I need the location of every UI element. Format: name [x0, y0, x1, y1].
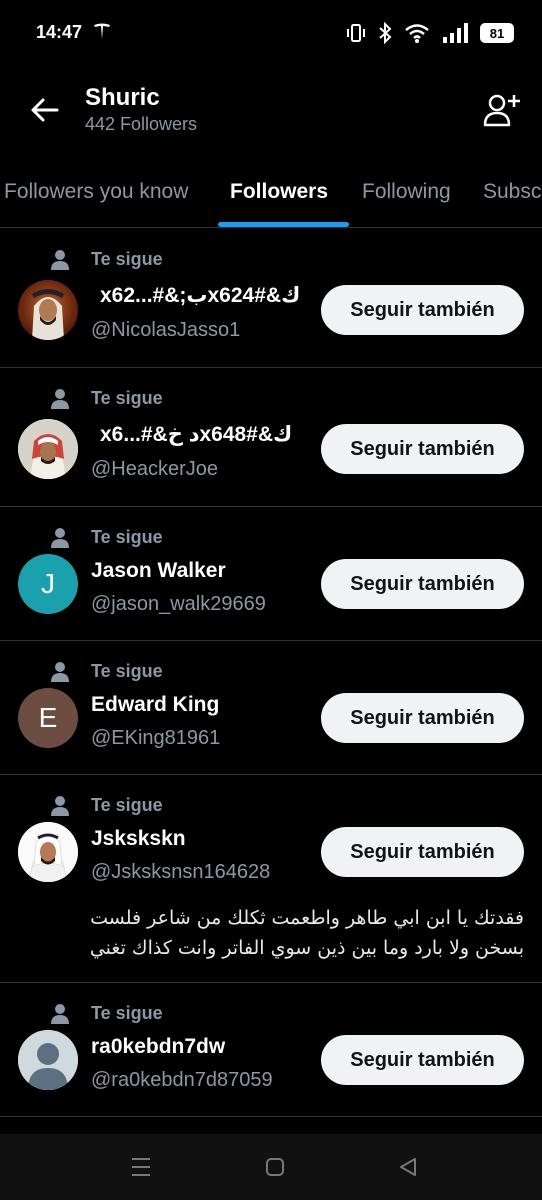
add-user-button[interactable] [480, 88, 524, 132]
bluetooth-icon [379, 22, 392, 44]
avatar[interactable] [18, 280, 78, 340]
back-icon[interactable] [398, 1156, 418, 1178]
follows-you-label: Te sigue [91, 661, 163, 681]
follower-handle: @HeackerJoe [91, 458, 219, 480]
tab-followers[interactable]: Followers [230, 180, 328, 204]
follows-you-label: Te sigue [91, 388, 163, 408]
follower-name: Jason Walker [91, 559, 226, 582]
home-icon[interactable] [265, 1156, 285, 1178]
follow-back-button[interactable]: Seguir también [321, 1035, 524, 1085]
follow-back-button[interactable]: Seguir también [321, 559, 524, 609]
avatar-initial: E [38, 702, 58, 733]
follow-back-button[interactable]: Seguir también [321, 693, 524, 743]
follower-handle: @NicolasJasso1 [91, 319, 241, 341]
list-item[interactable]: Te sigue Jskskskn @Jsksksnsn164628 Segui… [0, 775, 542, 983]
status-time: 14:47 [36, 22, 83, 42]
default-avatar-icon [18, 1030, 78, 1090]
follow-back-button[interactable]: Seguir también [321, 827, 524, 877]
avatar[interactable]: E [18, 688, 78, 748]
avatar-photo [18, 822, 78, 882]
wifi-icon [405, 24, 429, 43]
follower-handle: @jason_walk29669 [91, 593, 266, 615]
avatar[interactable]: J [18, 554, 78, 614]
bio-line: فقدتك يا ابن ابي طاهر واطعمت ثكلك من شاع… [90, 907, 524, 929]
tab-bar: Followers you know Followers Following S… [0, 160, 542, 228]
list-item[interactable]: Te sigue x62...#&;بx624#&ك @NicolasJasso… [0, 229, 542, 368]
tesla-icon [94, 23, 110, 39]
vibrate-icon [347, 24, 365, 42]
back-arrow-icon [31, 98, 59, 122]
battery-icon: 81 [480, 23, 514, 43]
system-nav-bar [0, 1134, 542, 1200]
follows-you-label: Te sigue [91, 1003, 163, 1023]
status-bar: 14:47 81 [0, 0, 542, 66]
avatar[interactable] [18, 1030, 78, 1090]
bio-line: بسخن ولا بارد وما بين ذين سوي الفاتر وان… [89, 937, 524, 959]
profile-header: Shuric 442 Followers [0, 70, 542, 156]
recents-icon[interactable] [131, 1156, 151, 1178]
avatar-photo [18, 280, 78, 340]
tab-subscriptions[interactable]: Subsc [483, 180, 541, 204]
follower-bio: فقدتك يا ابن ابي طاهر واطعمت ثكلك من شاع… [84, 903, 524, 963]
battery-level: 81 [489, 25, 505, 41]
tab-followers-you-know[interactable]: Followers you know [4, 180, 188, 204]
follows-you-label: Te sigue [91, 795, 163, 815]
follower-name: x6...#&د خx648#&ك [100, 423, 293, 446]
list-item[interactable]: Te sigue J Jason Walker @jason_walk29669… [0, 507, 542, 641]
follower-name: ra0kebdn7dw [91, 1035, 226, 1058]
avatar[interactable] [18, 419, 78, 479]
follower-name: Edward King [91, 693, 220, 716]
person-icon [51, 1004, 69, 1024]
avatar-photo [18, 419, 78, 479]
follower-handle: @Jsksksnsn164628 [91, 861, 271, 883]
avatar-initial: J [41, 568, 55, 599]
follows-you-label: Te sigue [91, 527, 163, 547]
follower-handle: @ra0kebdn7d87059 [91, 1069, 273, 1091]
followers-count: 442 Followers [85, 114, 198, 134]
add-user-icon [483, 94, 520, 127]
follower-name: Jskskskn [91, 827, 186, 850]
person-icon [51, 250, 69, 270]
follow-back-button[interactable]: Seguir también [321, 424, 524, 474]
avatar[interactable] [18, 822, 78, 882]
list-item[interactable]: Te sigue E Edward King @EKing81961 Segui… [0, 641, 542, 775]
follows-you-label: Te sigue [91, 249, 163, 269]
person-icon [51, 796, 69, 816]
back-button[interactable] [24, 90, 64, 130]
follower-name: x62...#&;بx624#&ك [100, 284, 301, 307]
person-icon [51, 389, 69, 409]
active-tab-indicator [218, 222, 349, 227]
follow-back-button[interactable]: Seguir también [321, 285, 524, 335]
list-item[interactable]: Te sigue ra0kebdn7dw @ra0kebdn7d87059 Se… [0, 983, 542, 1117]
followers-list: Te sigue x62...#&;بx624#&ك @NicolasJasso… [0, 229, 542, 1117]
tab-following[interactable]: Following [362, 180, 451, 204]
person-icon [51, 528, 69, 548]
follower-handle: @EKing81961 [91, 727, 221, 749]
signal-icon [443, 23, 468, 43]
list-item[interactable]: Te sigue x6...#&د خx648#&ك @HeackerJoe S… [0, 368, 542, 507]
person-icon [51, 662, 69, 682]
profile-name: Shuric [85, 84, 160, 111]
